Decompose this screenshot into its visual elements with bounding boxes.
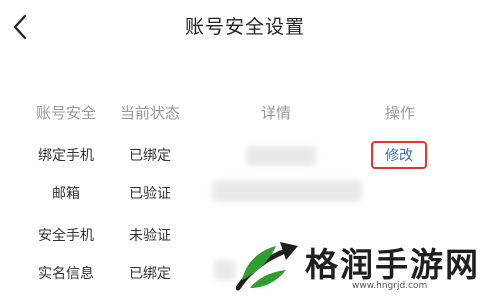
column-header-account-security: 账号安全: [35, 104, 96, 122]
row-status-email: 已验证: [129, 186, 171, 202]
details-redacted: [214, 260, 236, 280]
column-header-action: 操作: [384, 104, 415, 122]
watermark-url: www.hngrjd.com: [352, 281, 428, 291]
details-redacted: [212, 180, 362, 202]
column-header-details: 详情: [260, 104, 291, 122]
watermark-text: 格润手游网: [305, 245, 480, 284]
arrow-leaf-logo: [236, 242, 298, 291]
row-label-email: 邮箱: [52, 186, 80, 202]
row-label-bind-phone: 绑定手机: [38, 148, 94, 164]
row-status-security-phone: 未验证: [129, 228, 171, 244]
row-status-real-name: 已绑定: [129, 266, 171, 282]
edit-phone-button[interactable]: 修改: [371, 141, 427, 169]
row-status-bind-phone: 已绑定: [129, 148, 171, 164]
column-header-status: 当前状态: [119, 104, 180, 122]
row-label-security-phone: 安全手机: [38, 228, 94, 244]
details-redacted: [246, 146, 316, 166]
row-label-real-name: 实名信息: [38, 266, 94, 282]
page-title: 账号安全设置: [184, 16, 305, 38]
